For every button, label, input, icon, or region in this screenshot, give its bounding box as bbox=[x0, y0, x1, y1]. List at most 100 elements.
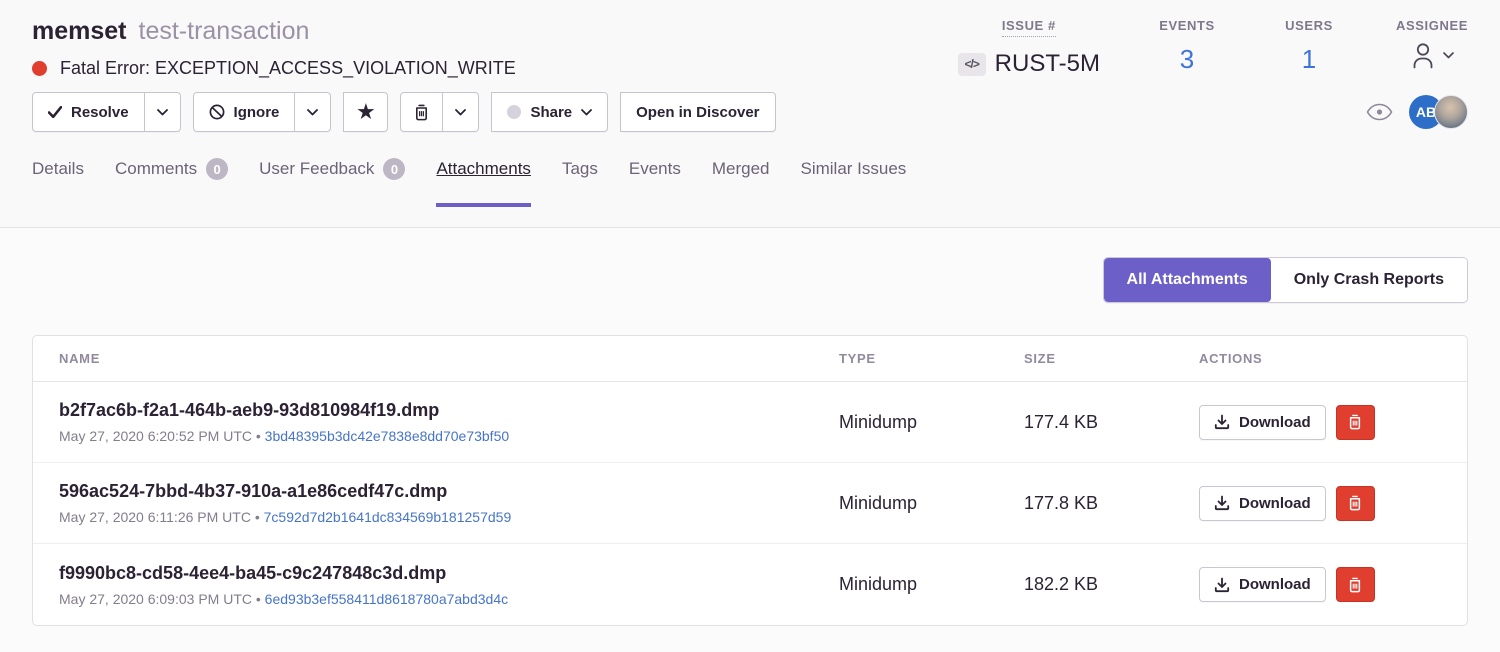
attachment-size: 177.4 KB bbox=[1024, 412, 1199, 433]
ignore-button[interactable]: Ignore bbox=[193, 92, 296, 132]
event-id-link[interactable]: 6ed93b3ef558411d8618780a7abd3d4c bbox=[265, 591, 508, 607]
tab-label: Attachments bbox=[436, 159, 531, 179]
stat-users: USERS 1 bbox=[1274, 16, 1344, 79]
issue-header: memset test-transaction Fatal Error: EXCE… bbox=[0, 0, 1500, 228]
attachment-file-name: f9990bc8-cd58-4ee4-ba45-c9c247848c3d.dmp bbox=[59, 563, 839, 584]
comments-count-badge: 0 bbox=[206, 158, 228, 180]
table-row: f9990bc8-cd58-4ee4-ba45-c9c247848c3d.dmp… bbox=[33, 544, 1467, 625]
attachment-type: Minidump bbox=[839, 412, 1024, 433]
table-row: b2f7ac6b-f2a1-464b-aeb9-93d810984f19.dmp… bbox=[33, 382, 1467, 463]
bookmark-button-group: ★ bbox=[343, 92, 388, 132]
participants-cluster: AB bbox=[1366, 95, 1468, 129]
download-button[interactable]: Download bbox=[1199, 405, 1326, 440]
resolve-dropdown-button[interactable] bbox=[145, 92, 181, 132]
stat-events: EVENTS 3 bbox=[1152, 16, 1222, 79]
download-label: Download bbox=[1239, 414, 1311, 431]
download-button[interactable]: Download bbox=[1199, 567, 1326, 602]
action-toolbar: Resolve Ignore ★ bbox=[32, 92, 1468, 132]
delete-dropdown-button[interactable] bbox=[443, 92, 479, 132]
events-label: EVENTS bbox=[1159, 16, 1215, 33]
page-title: memset test-transaction bbox=[32, 14, 516, 48]
issue-subtitle: test-transaction bbox=[139, 17, 310, 45]
attachment-timestamp: May 27, 2020 6:11:26 PM UTC • bbox=[59, 509, 264, 525]
table-header-row: NAME TYPE SIZE ACTIONS bbox=[33, 336, 1467, 382]
tab-user-feedback[interactable]: User Feedback 0 bbox=[259, 159, 405, 207]
discover-button-group: Open in Discover bbox=[620, 92, 775, 132]
users-label: USERS bbox=[1285, 16, 1333, 33]
subscribe-eye-icon[interactable] bbox=[1366, 103, 1393, 121]
chevron-down-icon bbox=[581, 109, 592, 116]
chevron-down-icon bbox=[307, 109, 318, 116]
delete-attachment-button[interactable] bbox=[1336, 567, 1375, 602]
tab-label: Events bbox=[629, 159, 681, 179]
tab-similar-issues[interactable]: Similar Issues bbox=[800, 159, 906, 207]
tab-merged[interactable]: Merged bbox=[712, 159, 770, 207]
attachments-filter-toggle: All Attachments Only Crash Reports bbox=[1103, 257, 1468, 303]
users-count[interactable]: 1 bbox=[1302, 44, 1316, 75]
chevron-down-icon bbox=[157, 109, 168, 116]
download-icon bbox=[1214, 414, 1230, 430]
event-id-link[interactable]: 7c592d7d2b1641dc834569b181257d59 bbox=[264, 509, 512, 525]
bookmark-star-button[interactable]: ★ bbox=[343, 92, 388, 132]
star-icon: ★ bbox=[357, 103, 374, 122]
stat-assignee: ASSIGNEE bbox=[1396, 16, 1468, 79]
share-button[interactable]: Share bbox=[491, 92, 608, 132]
delete-attachment-button[interactable] bbox=[1336, 486, 1375, 521]
person-icon bbox=[1410, 41, 1436, 69]
filter-all-attachments-button[interactable]: All Attachments bbox=[1104, 258, 1271, 302]
filter-only-crash-reports-button[interactable]: Only Crash Reports bbox=[1271, 258, 1467, 302]
issue-number-value[interactable]: RUST-5M bbox=[995, 50, 1100, 78]
share-button-group: Share bbox=[491, 92, 608, 132]
delete-attachment-button[interactable] bbox=[1336, 405, 1375, 440]
issue-stats: ISSUE # </> RUST-5M EVENTS 3 USERS 1 ASS… bbox=[958, 14, 1468, 79]
chevron-down-icon bbox=[455, 109, 466, 116]
column-header-actions: ACTIONS bbox=[1199, 351, 1467, 366]
issue-tab-bar: Details Comments 0 User Feedback 0 Attac… bbox=[32, 159, 1468, 207]
column-header-size: SIZE bbox=[1024, 351, 1199, 366]
check-icon bbox=[48, 106, 62, 118]
share-status-dot bbox=[507, 105, 521, 119]
ignore-button-group: Ignore bbox=[193, 92, 332, 132]
tab-label: Tags bbox=[562, 159, 598, 179]
assignee-label: ASSIGNEE bbox=[1396, 16, 1468, 33]
trash-icon bbox=[414, 104, 429, 121]
ignore-dropdown-button[interactable] bbox=[295, 92, 331, 132]
download-label: Download bbox=[1239, 495, 1311, 512]
column-header-name: NAME bbox=[33, 351, 839, 366]
feedback-count-badge: 0 bbox=[383, 158, 405, 180]
attachment-timestamp: May 27, 2020 6:20:52 PM UTC • bbox=[59, 428, 265, 444]
error-level-dot bbox=[32, 61, 47, 76]
tab-events[interactable]: Events bbox=[629, 159, 681, 207]
trash-icon bbox=[1348, 577, 1362, 593]
tab-comments[interactable]: Comments 0 bbox=[115, 159, 228, 207]
error-message: Fatal Error: EXCEPTION_ACCESS_VIOLATION_… bbox=[60, 58, 516, 79]
tab-attachments[interactable]: Attachments bbox=[436, 159, 531, 207]
assignee-selector[interactable] bbox=[1410, 41, 1454, 69]
trash-icon bbox=[1348, 495, 1362, 511]
code-icon: </> bbox=[958, 53, 986, 76]
attachment-meta: May 27, 2020 6:20:52 PM UTC • 3bd48395b3… bbox=[59, 428, 839, 444]
stat-issue-number: ISSUE # </> RUST-5M bbox=[958, 16, 1100, 79]
resolve-button[interactable]: Resolve bbox=[32, 92, 145, 132]
open-in-discover-button[interactable]: Open in Discover bbox=[620, 92, 775, 132]
event-id-link[interactable]: 3bd48395b3dc42e7838e8dd70e73bf50 bbox=[265, 428, 509, 444]
attachment-type: Minidump bbox=[839, 574, 1024, 595]
attachment-meta: May 27, 2020 6:09:03 PM UTC • 6ed93b3ef5… bbox=[59, 591, 839, 607]
tab-details[interactable]: Details bbox=[32, 159, 84, 207]
attachment-timestamp: May 27, 2020 6:09:03 PM UTC • bbox=[59, 591, 265, 607]
share-label: Share bbox=[530, 104, 572, 121]
download-label: Download bbox=[1239, 576, 1311, 593]
download-button[interactable]: Download bbox=[1199, 486, 1326, 521]
attachments-panel: All Attachments Only Crash Reports NAME … bbox=[0, 257, 1500, 626]
events-count[interactable]: 3 bbox=[1180, 44, 1194, 75]
column-header-type: TYPE bbox=[839, 351, 1024, 366]
avatar-photo[interactable] bbox=[1434, 95, 1468, 129]
issue-number-label: ISSUE # bbox=[1002, 16, 1056, 37]
tab-label: Merged bbox=[712, 159, 770, 179]
tab-label: User Feedback bbox=[259, 159, 374, 179]
issue-title: memset bbox=[32, 17, 127, 45]
attachments-table: NAME TYPE SIZE ACTIONS b2f7ac6b-f2a1-464… bbox=[32, 335, 1468, 626]
tab-tags[interactable]: Tags bbox=[562, 159, 598, 207]
tab-label: Similar Issues bbox=[800, 159, 906, 179]
delete-issue-button[interactable] bbox=[400, 92, 443, 132]
